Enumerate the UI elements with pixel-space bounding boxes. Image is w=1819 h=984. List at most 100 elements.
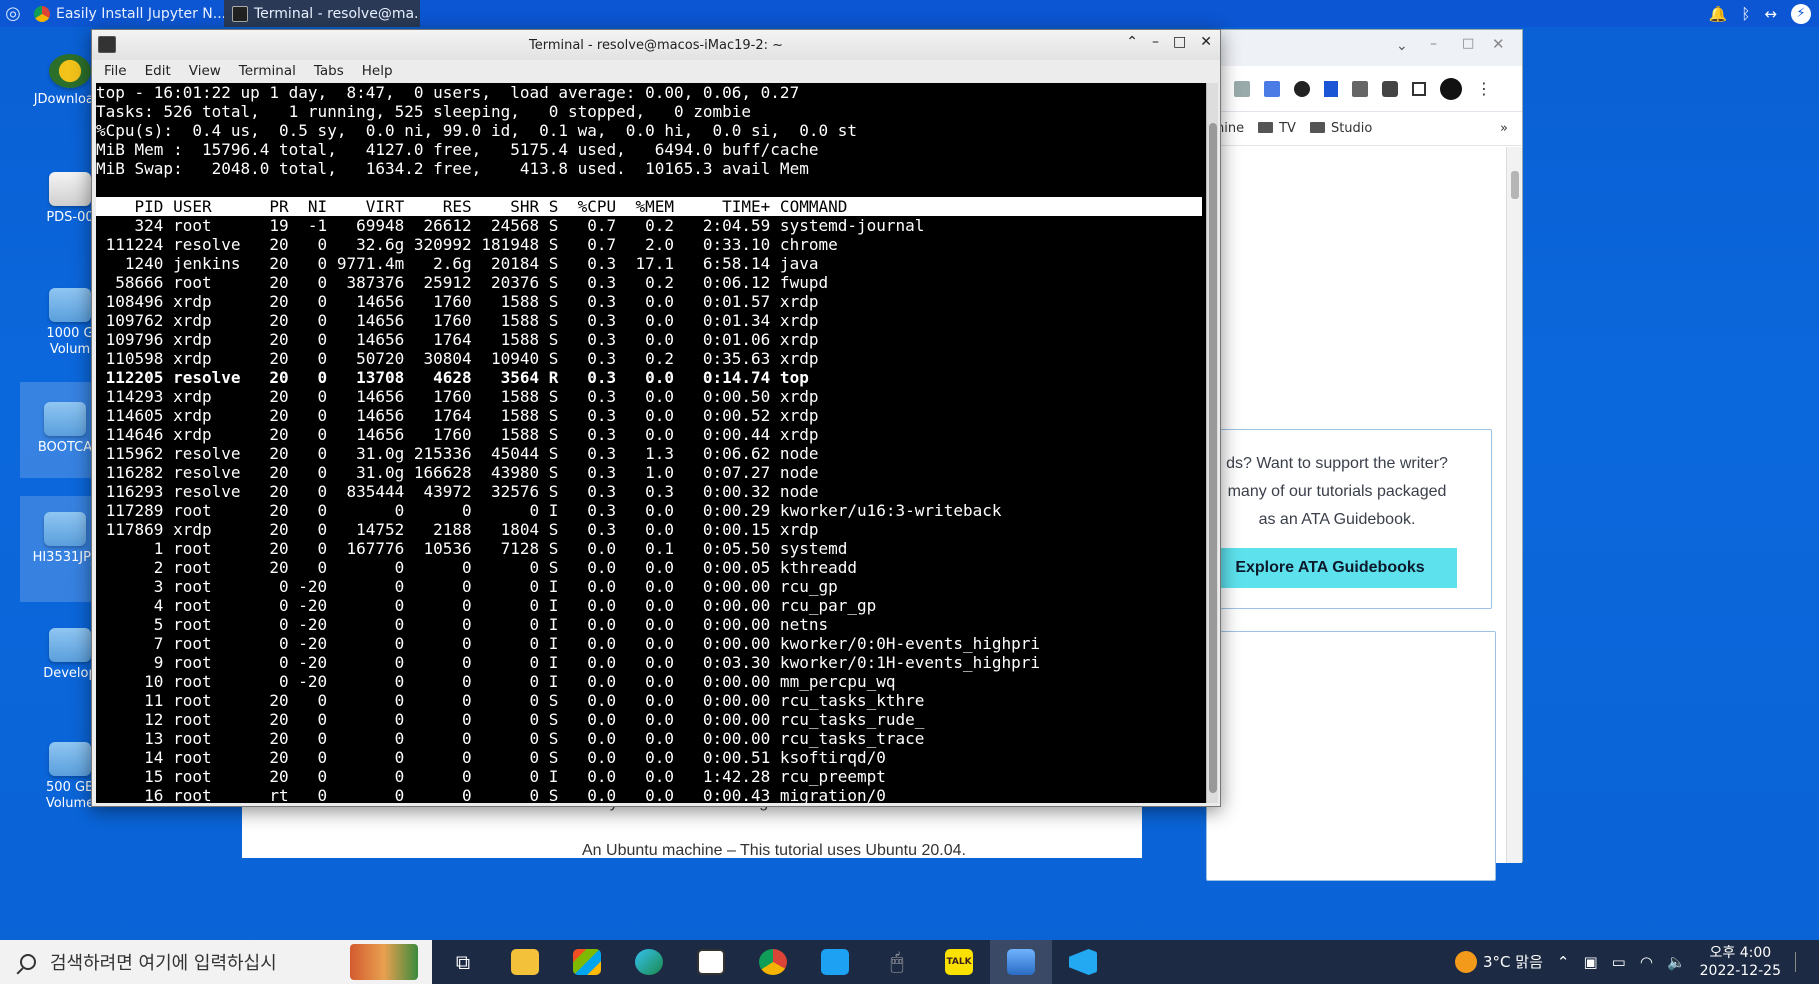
drive-icon — [49, 288, 91, 322]
explore-guidebooks-button[interactable]: Explore ATA Guidebooks — [1203, 548, 1457, 588]
menu-terminal[interactable]: Terminal — [239, 63, 296, 79]
process-row: 110598 xrdp 20 0 50720 30804 10940 S 0.3… — [96, 349, 819, 368]
process-row: 116293 resolve 20 0 835444 43972 32576 S… — [96, 482, 819, 501]
network-icon[interactable]: ↔ — [1764, 5, 1777, 23]
volume-icon[interactable]: 🔈 — [1667, 953, 1686, 971]
extension-icon[interactable] — [1234, 80, 1250, 97]
top-panel: ◎ Easily Install Jupyter N... Terminal -… — [0, 0, 1819, 27]
mouse-button[interactable]: 🖱 — [866, 940, 928, 984]
notepad-button[interactable] — [680, 940, 742, 984]
remote-desktop-button[interactable] — [990, 940, 1052, 984]
bell-icon[interactable]: 🔔 — [1709, 5, 1728, 23]
translate-icon[interactable] — [1264, 80, 1280, 97]
browser-scrollbar[interactable] — [1506, 147, 1522, 863]
edge-button[interactable] — [618, 940, 680, 984]
process-row: 10 root 0 -20 0 0 0 I 0.0 0.0 0:00.00 mm… — [96, 672, 896, 691]
clock[interactable]: 오후 4:00 2022-12-25 — [1700, 944, 1781, 980]
panel-tray: 🔔 ᛒ ↔ ⚡ — [1709, 0, 1811, 27]
process-row: 116282 resolve 20 0 31.0g 166628 43980 S… — [96, 463, 819, 482]
guidebook-card: ds? Want to support the writer? many of … — [1196, 429, 1492, 609]
terminal-titlebar[interactable]: Terminal - resolve@macos-iMac19-2: ~ ⌃ –… — [92, 30, 1220, 60]
process-row: 9 root 0 -20 0 0 0 I 0.0 0.0 0:03.30 kwo… — [96, 653, 1041, 672]
chrome-icon — [759, 949, 787, 975]
menu-tabs[interactable]: Tabs — [314, 63, 344, 79]
meet-icon[interactable]: ▣ — [1583, 953, 1597, 971]
search-box[interactable]: 검색하려면 여기에 입력하십시 — [0, 940, 432, 984]
bookmark-icon[interactable] — [1324, 80, 1338, 97]
chevron-down-icon[interactable]: ⌄ — [1396, 38, 1408, 54]
power-icon[interactable]: ⚡ — [1791, 3, 1811, 24]
window-title: Terminal - resolve@macos-iMac19-2: ~ — [528, 37, 784, 53]
process-row: 58666 root 20 0 387376 25912 20376 S 0.3… — [96, 273, 829, 292]
sidebar-icon[interactable] — [1412, 81, 1426, 96]
process-row: 114605 xrdp 20 0 14656 1764 1588 S 0.3 0… — [96, 406, 819, 425]
maximize-icon[interactable]: □ — [1462, 36, 1474, 51]
minimize-icon[interactable]: – — [1152, 34, 1159, 50]
process-row: 15 root 20 0 0 0 0 I 0.0 0.0 1:42.28 rcu… — [96, 767, 886, 786]
process-row: 13 root 20 0 0 0 0 S 0.0 0.0 0:00.00 rcu… — [96, 729, 925, 748]
github-icon[interactable] — [1294, 80, 1310, 97]
bookmark-folder[interactable]: TV — [1258, 121, 1296, 136]
menu-file[interactable]: File — [104, 63, 127, 79]
menu-logo-icon[interactable]: ◎ — [0, 1, 26, 27]
bluetooth-icon[interactable]: ᛒ — [1741, 5, 1750, 23]
jdownloader-icon — [49, 54, 91, 88]
chrome-button[interactable] — [742, 940, 804, 984]
mouse-icon: 🖱 — [890, 949, 904, 975]
bookmarks-bar: nine TV Studio » — [1216, 112, 1522, 146]
process-row: 114646 xrdp 20 0 14656 1760 1588 S 0.3 0… — [96, 425, 819, 444]
notification-icon[interactable] — [1795, 952, 1809, 972]
process-row: 16 root rt 0 0 0 0 S 0.0 0.0 0:00.43 mig… — [96, 786, 886, 803]
search-highlight-image — [350, 944, 418, 980]
puzzle-icon[interactable] — [1382, 80, 1398, 97]
task-view-button[interactable]: ⧉ — [432, 940, 494, 984]
search-icon — [20, 954, 36, 970]
process-row-top-self: 112205 resolve 20 0 13708 4628 3564 R 0.… — [96, 368, 809, 387]
drive-icon — [49, 742, 91, 776]
top-summary-line: %Cpu(s): 0.4 us, 0.5 sy, 0.0 ni, 99.0 id… — [96, 121, 857, 140]
folder-icon — [1309, 122, 1325, 133]
process-row: 11 root 20 0 0 0 0 S 0.0 0.0 0:00.00 rcu… — [96, 691, 925, 710]
close-icon[interactable]: ✕ — [1200, 34, 1212, 50]
chevron-up-icon[interactable]: ⌃ — [1126, 34, 1138, 50]
avatar[interactable] — [1440, 77, 1462, 100]
web-page: ds? Want to support the writer? many of … — [1196, 147, 1508, 881]
process-row: 5 root 0 -20 0 0 0 I 0.0 0.0 0:00.00 net… — [96, 615, 829, 634]
chevron-up-icon[interactable]: ⌃ — [1557, 953, 1570, 971]
task-terminal[interactable]: Terminal - resolve@ma... — [224, 0, 420, 27]
task-browser[interactable]: Easily Install Jupyter N... — [26, 0, 224, 27]
terminal-scrollbar[interactable] — [1206, 83, 1218, 803]
file-explorer-button[interactable] — [494, 940, 556, 984]
app-button[interactable] — [804, 940, 866, 984]
bookmark-folder[interactable]: Studio — [1309, 121, 1372, 136]
terminal-screen[interactable]: top - 16:01:22 up 1 day, 8:47, 0 users, … — [96, 83, 1206, 803]
task-label: Terminal - resolve@ma... — [254, 5, 420, 22]
vscode-icon — [1069, 949, 1097, 975]
maximize-icon[interactable]: □ — [1173, 34, 1186, 50]
process-row: 324 root 19 -1 69948 26612 24568 S 0.7 0… — [96, 216, 925, 235]
kebab-menu-icon[interactable]: ⋮ — [1476, 79, 1492, 98]
folder-icon — [511, 949, 539, 975]
drive-icon — [44, 402, 86, 436]
store-button[interactable] — [556, 940, 618, 984]
screenshot-icon[interactable] — [1352, 80, 1368, 97]
wifi-icon[interactable]: ◠ — [1640, 953, 1653, 971]
usb-drive-icon — [49, 172, 91, 206]
edge-icon — [635, 949, 663, 975]
weather-widget[interactable]: 3°C 맑음 — [1455, 951, 1543, 974]
vscode-button[interactable] — [1052, 940, 1114, 984]
menu-help[interactable]: Help — [362, 63, 393, 79]
menu-edit[interactable]: Edit — [145, 63, 171, 79]
remote-desktop-icon — [1007, 949, 1035, 975]
bookmarks-overflow-icon[interactable]: » — [1500, 121, 1508, 136]
app-icon — [821, 949, 849, 975]
terminal-icon — [232, 5, 248, 22]
close-icon[interactable]: ✕ — [1492, 35, 1505, 53]
kakaotalk-button[interactable]: TALK — [928, 940, 990, 984]
minimize-icon[interactable]: – — [1430, 36, 1437, 52]
battery-icon[interactable]: ▭ — [1612, 953, 1626, 971]
task-view-icon: ⧉ — [455, 950, 471, 974]
menu-view[interactable]: View — [189, 63, 221, 79]
terminal-icon — [98, 36, 116, 53]
